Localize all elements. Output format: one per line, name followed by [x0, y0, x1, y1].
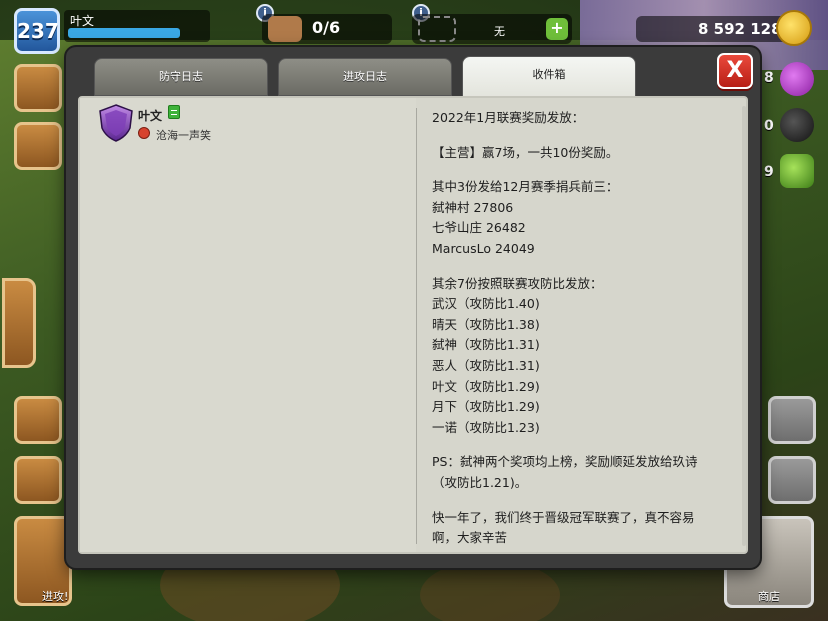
shield-status[interactable]: 无 + [412, 14, 572, 44]
xp-progress-bar [68, 28, 180, 38]
mail-line: 弑神村 27806 [432, 199, 514, 215]
mail-line: 一诺（攻防比1.23) [432, 419, 540, 435]
player-name: 叶文 [70, 14, 95, 28]
tab-label: 进攻日志 [343, 70, 387, 83]
add-shield-button[interactable]: + [546, 18, 568, 40]
tab-label: 收件箱 [532, 68, 566, 81]
sender-clan-name[interactable]: 沧海一声笑 [156, 127, 211, 143]
close-button[interactable]: X [717, 53, 753, 89]
edit-layout-button[interactable] [768, 396, 816, 444]
mail-line: MarcusLo 24049 [432, 240, 535, 256]
mail-line: 其余7份按照联赛攻防比发放： [432, 275, 603, 291]
mail-line: 武汉（攻防比1.40) [432, 296, 540, 312]
mail-line: 其中3份发给12月赛季捐兵前三： [432, 179, 619, 195]
builders-counter[interactable]: 0/6 [262, 14, 392, 44]
elixir-icon [780, 62, 814, 96]
gold-counter: 8 592 128 [636, 16, 796, 42]
builder-icon [268, 16, 302, 42]
builders-count: 0/6 [312, 18, 341, 37]
clan-badge-icon [138, 127, 150, 139]
shield-status-text: 无 [494, 25, 505, 38]
close-icon: X [726, 58, 744, 83]
mail-line: 晴天（攻防比1.38) [432, 316, 540, 332]
mail-line: （攻防比1.21)。 [432, 474, 528, 490]
message-icon [168, 105, 180, 119]
shield-icon [418, 16, 456, 42]
league-shield-icon [99, 104, 133, 142]
expand-chat-button[interactable] [2, 278, 36, 368]
clan-war-button[interactable] [14, 396, 62, 444]
messages-button[interactable] [14, 122, 62, 170]
elixir-amount: 8 [764, 70, 774, 86]
mail-list[interactable]: 叶文 沧海一声笑 [80, 98, 416, 552]
gems-icon [780, 154, 814, 188]
mail-line: 月下（攻防比1.29) [432, 399, 540, 415]
mail-body[interactable]: 2022年1月联赛奖励发放： 【主营】赢7场，一共10份奖励。 其中3份发给12月赛… [432, 108, 748, 548]
player-name-bar[interactable]: 叶文 [64, 10, 210, 42]
tab-label: 防守日志 [159, 70, 203, 83]
mail-line: 弑神（攻防比1.31) [432, 337, 540, 353]
tab-attack-log[interactable]: 进攻日志 [278, 58, 452, 96]
mail-line: 恶人（攻防比1.31) [432, 357, 540, 373]
shop-label: 商店 [758, 590, 780, 603]
dark-elixir-icon [780, 108, 814, 142]
settings-gear-icon[interactable] [768, 456, 816, 504]
pane-divider [416, 108, 417, 544]
mail-line: 啊，大家辛苦 [432, 530, 508, 546]
mail-line: 七爷山庄 26482 [432, 220, 526, 236]
mail-dialog: 防守日志 进攻日志 收件箱 X 叶文 沧海一声笑 2022年1月联赛奖励发放： … [66, 47, 760, 568]
mail-scrollbar[interactable] [742, 106, 746, 546]
trophy-button[interactable] [14, 64, 62, 112]
sender-name[interactable]: 叶文 [138, 107, 162, 124]
gems-amount: 9 [764, 164, 774, 180]
village-structure [420, 560, 560, 621]
mail-line: 快一年了，我们终于晋级冠军联赛了，真不容易 [432, 509, 695, 525]
mail-line: 叶文（攻防比1.29) [432, 378, 540, 394]
dark-elixir-amount: 0 [764, 118, 774, 134]
mail-line: 2022年1月联赛奖励发放： [432, 110, 585, 125]
mail-line: PS：弑神两个奖项均上榜，奖励顺延发放给玖诗 [432, 454, 698, 470]
attack-label: 进攻! [42, 590, 69, 603]
mail-content: 叶文 沧海一声笑 2022年1月联赛奖励发放： 【主营】赢7场，一共10份奖励。其… [78, 96, 748, 554]
xp-level-badge[interactable]: 237 [14, 8, 60, 54]
gold-coin-icon [776, 10, 812, 46]
builder-base-button[interactable] [14, 456, 62, 504]
tab-defense-log[interactable]: 防守日志 [94, 58, 268, 96]
top-hud: 237 叶文 i 0/6 i 无 + 8 592 128 [0, 0, 828, 54]
tab-inbox[interactable]: 收件箱 [462, 56, 636, 98]
mail-line: 【主营】赢7场，一共10份奖励。 [432, 144, 619, 160]
